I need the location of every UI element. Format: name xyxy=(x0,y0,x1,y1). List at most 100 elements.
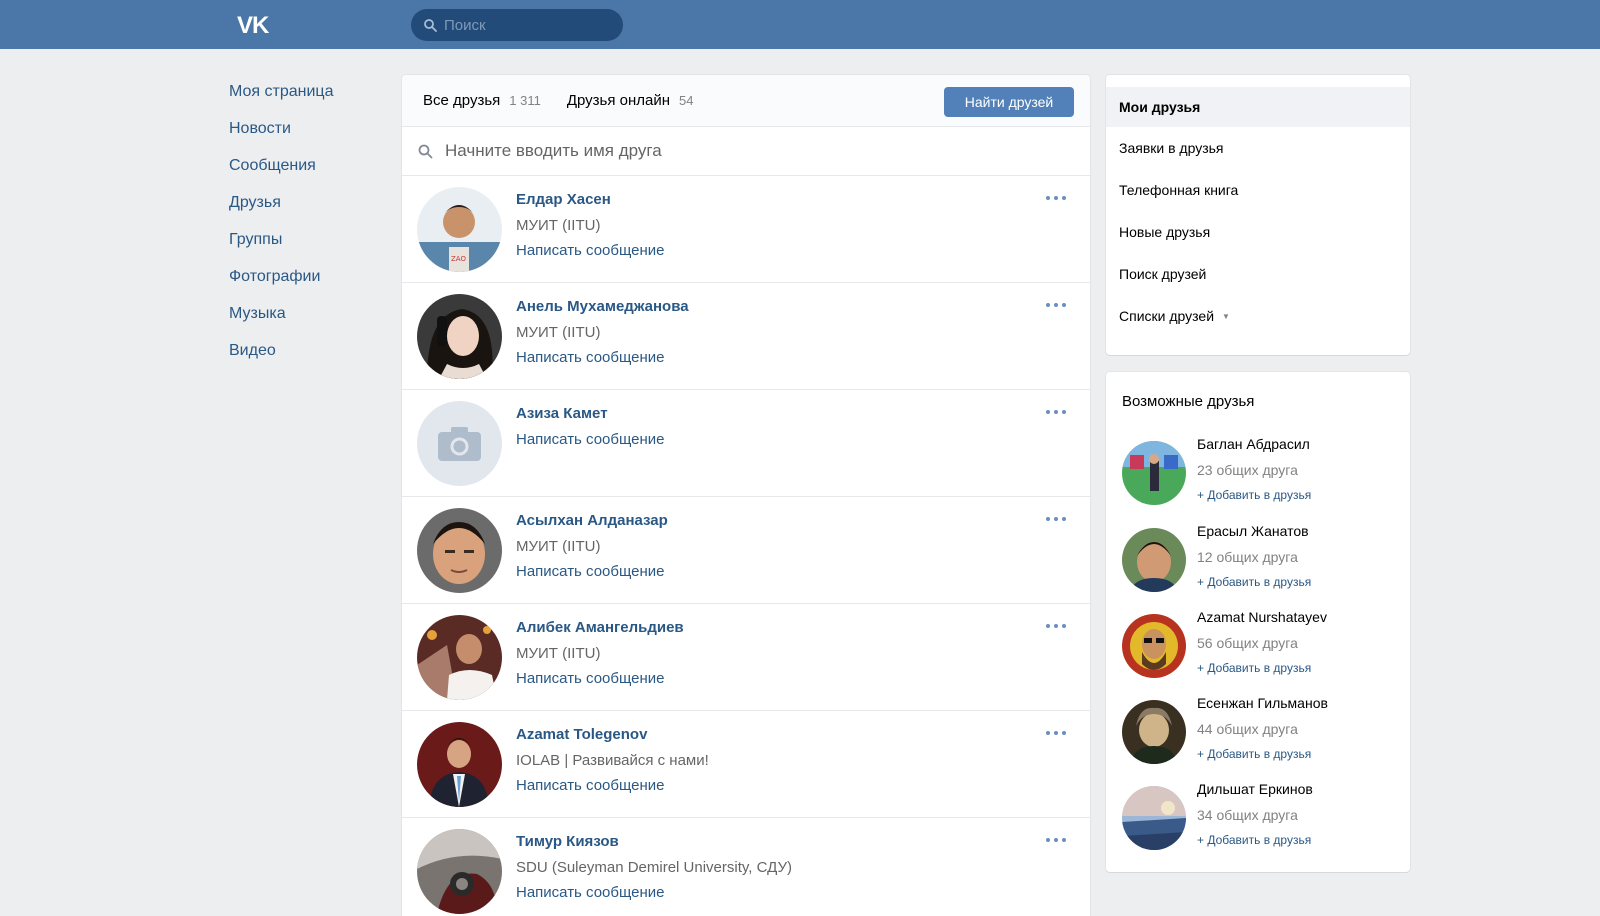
menu-find-friends[interactable]: Поиск друзей xyxy=(1106,253,1410,295)
more-options-icon[interactable] xyxy=(1046,515,1066,523)
add-friend-link[interactable]: + Добавить в друзья xyxy=(1197,661,1311,675)
possible-friend-item: Ерасыл Жанатов 12 общих друга + Добавить… xyxy=(1122,523,1402,605)
possible-friend-item: Баглан Абдрасил 23 общих друга + Добавит… xyxy=(1122,436,1402,518)
possible-friends-title: Возможные друзья xyxy=(1122,393,1255,410)
nav-messages[interactable]: Сообщения xyxy=(229,156,379,193)
friend-row: Тимур Киязов SDU (Suleyman Demirel Unive… xyxy=(402,818,1090,916)
nav-music[interactable]: Музыка xyxy=(229,304,379,341)
more-options-icon[interactable] xyxy=(1046,408,1066,416)
add-friend-link[interactable]: + Добавить в друзья xyxy=(1197,575,1311,589)
write-message-link[interactable]: Написать сообщение xyxy=(516,562,668,587)
avatar[interactable] xyxy=(417,508,502,593)
write-message-link[interactable]: Написать сообщение xyxy=(516,241,665,266)
global-search[interactable] xyxy=(411,9,623,41)
avatar[interactable] xyxy=(417,401,502,486)
write-message-link[interactable]: Написать сообщение xyxy=(516,883,792,908)
menu-friend-requests[interactable]: Заявки в друзья xyxy=(1106,127,1410,169)
mutual-friends-count[interactable]: 23 общих друга xyxy=(1197,462,1298,478)
nav-label: Группы xyxy=(229,231,283,248)
avatar[interactable] xyxy=(1122,614,1186,678)
tab-count: 1 311 xyxy=(509,93,541,108)
vk-logo[interactable]: VK xyxy=(237,12,269,40)
friend-university: МУИТ (IITU) xyxy=(516,217,601,234)
nav-friends[interactable]: Друзья xyxy=(229,193,379,230)
menu-phone-book[interactable]: Телефонная книга xyxy=(1106,169,1410,211)
nav-my-page[interactable]: Моя страница xyxy=(229,82,379,119)
friend-name[interactable]: Асылхан Алданазар xyxy=(516,511,668,537)
possible-friend-name[interactable]: Баглан Абдрасил xyxy=(1197,436,1310,452)
possible-friend-name[interactable]: Ерасыл Жанатов xyxy=(1197,523,1309,539)
avatar[interactable] xyxy=(1122,786,1186,850)
more-options-icon[interactable] xyxy=(1046,836,1066,844)
nav-groups[interactable]: Группы xyxy=(229,230,379,267)
top-header: VK xyxy=(0,0,1600,49)
nav-video[interactable]: Видео xyxy=(229,341,379,378)
menu-friend-lists[interactable]: Списки друзей ▼ xyxy=(1106,295,1410,337)
nav-news[interactable]: Новости xyxy=(229,119,379,156)
add-friend-link[interactable]: + Добавить в друзья xyxy=(1197,833,1311,847)
add-friend-link[interactable]: + Добавить в друзья xyxy=(1197,747,1311,761)
tab-friends-online[interactable]: Друзья онлайн 54 xyxy=(567,92,694,109)
more-options-icon[interactable] xyxy=(1046,301,1066,309)
friend-info: Тимур Киязов SDU (Suleyman Demirel Unive… xyxy=(516,832,792,908)
possible-friend-name[interactable]: Есенжан Гильманов xyxy=(1197,695,1328,711)
avatar[interactable] xyxy=(1122,528,1186,592)
friend-name[interactable]: Елдар Хасен xyxy=(516,190,665,216)
tab-label: Все друзья xyxy=(423,92,501,109)
friend-info: Алибек Амангельдиев МУИТ (IITU) Написать… xyxy=(516,618,684,694)
write-message-link[interactable]: Написать сообщение xyxy=(516,430,665,455)
tab-all-friends[interactable]: Все друзья 1 311 xyxy=(423,92,541,109)
mutual-friends-count[interactable]: 44 общих друга xyxy=(1197,721,1298,737)
avatar[interactable] xyxy=(1122,700,1186,764)
add-friend-link[interactable]: + Добавить в друзья xyxy=(1197,488,1311,502)
possible-friend-name[interactable]: Azamat Nurshatayev xyxy=(1197,609,1327,625)
nav-label: Друзья xyxy=(229,194,281,211)
friend-row: ZAO Елдар Хасен МУИТ (IITU) Написать соо… xyxy=(402,176,1090,283)
nav-label: Моя страница xyxy=(229,83,334,100)
friend-row: Азиза Камет Написать сообщение xyxy=(402,390,1090,497)
friend-info: Azamat Tolegenov IOLAB | Развивайся с на… xyxy=(516,725,709,801)
mutual-friends-count[interactable]: 34 общих друга xyxy=(1197,807,1298,823)
avatar[interactable] xyxy=(417,294,502,379)
write-message-link[interactable]: Написать сообщение xyxy=(516,669,684,694)
menu-new-friends[interactable]: Новые друзья xyxy=(1106,211,1410,253)
caret-down-icon: ▼ xyxy=(1222,311,1230,321)
possible-friend-item: Дильшат Еркинов 34 общих друга + Добавит… xyxy=(1122,781,1402,863)
friend-info: Асылхан Алданазар МУИТ (IITU) Написать с… xyxy=(516,511,668,587)
nav-label: Музыка xyxy=(229,305,286,322)
more-options-icon[interactable] xyxy=(1046,729,1066,737)
friends-panel: Все друзья 1 311 Друзья онлайн 54 Найти … xyxy=(402,75,1090,916)
friend-name[interactable]: Azamat Tolegenov xyxy=(516,725,709,751)
friend-name[interactable]: Алибек Амангельдиев xyxy=(516,618,684,644)
menu-label: Списки друзей xyxy=(1119,308,1215,324)
avatar[interactable] xyxy=(417,722,502,807)
mutual-friends-count[interactable]: 12 общих друга xyxy=(1197,549,1298,565)
friend-university: МУИТ (IITU) xyxy=(516,538,601,555)
friend-info: Анель Мухамеджанова МУИТ (IITU) Написать… xyxy=(516,297,689,373)
possible-friend-name[interactable]: Дильшат Еркинов xyxy=(1197,781,1313,797)
global-search-input[interactable] xyxy=(444,16,604,34)
more-options-icon[interactable] xyxy=(1046,194,1066,202)
write-message-link[interactable]: Написать сообщение xyxy=(516,776,709,801)
friends-menu: Мои друзья Заявки в друзья Телефонная кн… xyxy=(1106,75,1410,355)
friend-name[interactable]: Анель Мухамеджанова xyxy=(516,297,689,323)
nav-photos[interactable]: Фотографии xyxy=(229,267,379,304)
friend-name[interactable]: Азиза Камет xyxy=(516,404,665,430)
write-message-link[interactable]: Написать сообщение xyxy=(516,348,689,373)
tab-label: Друзья онлайн xyxy=(566,92,671,109)
more-options-icon[interactable] xyxy=(1046,622,1066,630)
possible-friend-item: Azamat Nurshatayev 56 общих друга + Доба… xyxy=(1122,609,1402,691)
camera-icon xyxy=(417,401,502,486)
avatar[interactable]: ZAO xyxy=(417,187,502,272)
nav-label: Новости xyxy=(229,120,291,137)
avatar[interactable] xyxy=(1122,441,1186,505)
mutual-friends-count[interactable]: 56 общих друга xyxy=(1197,635,1298,651)
find-friends-button[interactable]: Найти друзей xyxy=(944,87,1074,117)
search-icon xyxy=(424,18,437,32)
friend-name[interactable]: Тимур Киязов xyxy=(516,832,792,858)
avatar[interactable] xyxy=(417,615,502,700)
menu-my-friends[interactable]: Мои друзья xyxy=(1106,87,1410,127)
friend-search-input[interactable] xyxy=(445,141,1045,161)
avatar[interactable] xyxy=(417,829,502,914)
left-nav: Моя страница Новости Сообщения Друзья Гр… xyxy=(229,82,379,378)
